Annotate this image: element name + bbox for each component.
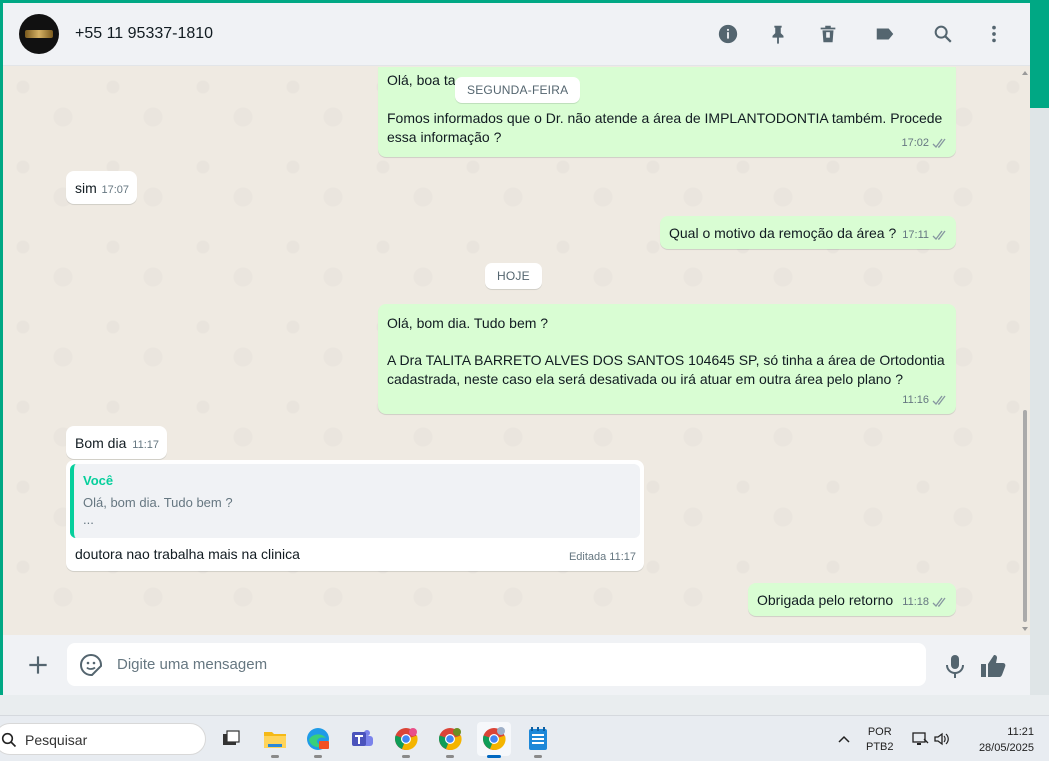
quote-author: Você — [83, 473, 114, 488]
teams-icon[interactable] — [345, 722, 379, 756]
message-text: Bom dia — [75, 435, 127, 451]
message-text: Olá, bom dia. Tudo bem ? — [387, 315, 549, 331]
plus-icon[interactable] — [25, 652, 51, 678]
windows-taskbar: Pesquisar POR PTB2 11:21 28/05/2025 — [0, 715, 1049, 761]
message-time: 11:18 — [902, 596, 929, 608]
delete-icon[interactable] — [815, 21, 841, 47]
day-separator: HOJE — [485, 263, 542, 289]
network-icon[interactable] — [911, 730, 929, 748]
microphone-icon[interactable] — [943, 653, 967, 679]
quote-text: Olá, bom dia. Tudo bem ? — [83, 495, 233, 510]
message-outgoing[interactable]: Qual o motivo da remoção da área ? 17:11 — [660, 216, 956, 249]
scroll-thumb[interactable] — [1023, 410, 1027, 622]
message-list[interactable]: Olá, boa ta Fomos informados que o Dr. n… — [3, 67, 1030, 635]
message-incoming-reply[interactable]: Você Olá, bom dia. Tudo bem ? ... doutor… — [66, 460, 644, 571]
message-text: Qual o motivo da remoção da área ? — [669, 225, 897, 241]
message-meta: 17:11 — [902, 226, 948, 245]
message-meta: Editada 11:17 — [569, 548, 636, 567]
language-code: POR — [867, 726, 892, 738]
double-check-icon — [932, 138, 946, 148]
message-text: Fomos informados que o Dr. não atende a … — [387, 110, 943, 126]
language-indicator[interactable]: POR PTB2 — [866, 725, 894, 755]
message-time: 17:02 — [901, 137, 929, 149]
quote-text: ... — [83, 512, 94, 527]
quoted-message[interactable]: Você Olá, bom dia. Tudo bem ? ... — [70, 464, 640, 538]
message-text: cadastrada, neste caso ela será desativa… — [387, 371, 903, 387]
scroll-down-icon[interactable] — [1022, 626, 1028, 632]
message-incoming[interactable]: sim 17:07 — [66, 171, 137, 204]
message-text: essa informação ? — [387, 129, 502, 145]
message-text: A Dra TALITA BARRETO ALVES DOS SANTOS 10… — [387, 352, 945, 368]
edge-browser-icon[interactable] — [301, 722, 335, 758]
avatar[interactable] — [19, 14, 59, 54]
taskbar-search[interactable]: Pesquisar — [0, 723, 206, 755]
message-time: 11:17 — [609, 551, 636, 563]
message-input[interactable] — [117, 643, 907, 686]
pin-icon[interactable] — [765, 21, 791, 47]
clock-time: 11:21 — [1007, 726, 1034, 738]
message-meta: 11:18 — [902, 593, 948, 612]
keyboard-layout: PTB2 — [866, 741, 894, 753]
message-outgoing[interactable]: Olá, bom dia. Tudo bem ? A Dra TALITA BA… — [378, 304, 956, 414]
chat-header: +55 11 95337-1810 — [3, 3, 1030, 66]
chat-scrollbar[interactable] — [1020, 67, 1030, 635]
search-icon — [1, 732, 17, 748]
message-meta: 11:17 — [132, 436, 159, 455]
task-view-icon[interactable] — [214, 722, 248, 756]
composer-bar — [3, 635, 1030, 695]
clock-date: 28/05/2025 — [978, 742, 1034, 754]
chevron-up-icon[interactable] — [834, 729, 854, 749]
scroll-up-icon[interactable] — [1022, 70, 1028, 76]
message-time: 11:17 — [132, 439, 159, 451]
message-text: doutora nao trabalha mais na clinica — [75, 546, 300, 562]
message-time: 11:16 — [902, 394, 929, 406]
message-text: sim — [75, 180, 97, 196]
message-incoming[interactable]: Bom dia 11:17 — [66, 426, 167, 459]
double-check-icon — [932, 597, 946, 607]
system-clock[interactable]: 11:21 28/05/2025 — [964, 724, 1034, 756]
message-meta: 17:07 — [101, 181, 129, 200]
message-outgoing[interactable]: Obrigada pelo retorno 11:18 — [748, 583, 956, 616]
window-edge — [1030, 0, 1049, 715]
thumbs-up-icon[interactable] — [979, 653, 1007, 679]
edited-label: Editada — [568, 551, 607, 563]
chrome-icon[interactable] — [433, 722, 467, 758]
message-meta: 17:02 — [901, 134, 948, 153]
message-meta: 11:16 — [902, 391, 948, 410]
chrome-icon[interactable] — [389, 722, 423, 758]
day-separator: SEGUNDA-FEIRA — [455, 77, 581, 103]
info-icon[interactable] — [715, 21, 741, 47]
notepad-icon[interactable] — [521, 722, 555, 758]
message-time: 17:07 — [101, 184, 129, 196]
message-text: Obrigada pelo retorno — [757, 592, 894, 608]
window-bottom-edge — [0, 695, 1049, 715]
message-input-box — [67, 643, 926, 686]
double-check-icon — [932, 395, 946, 405]
chat-window: +55 11 95337-1810 Olá, boa ta Fomos info… — [3, 3, 1030, 695]
volume-icon[interactable] — [933, 730, 951, 748]
message-time: 17:11 — [902, 229, 929, 241]
contact-name[interactable]: +55 11 95337-1810 — [75, 25, 213, 43]
message-text: Olá, boa ta — [387, 72, 456, 88]
chrome-icon[interactable] — [477, 722, 511, 758]
label-icon[interactable] — [872, 21, 898, 47]
search-label: Pesquisar — [25, 732, 88, 748]
menu-icon[interactable] — [981, 21, 1007, 47]
sticker-emoji-icon[interactable] — [79, 653, 103, 677]
search-icon[interactable] — [930, 21, 956, 47]
file-explorer-icon[interactable] — [258, 722, 292, 758]
double-check-icon — [932, 230, 946, 240]
